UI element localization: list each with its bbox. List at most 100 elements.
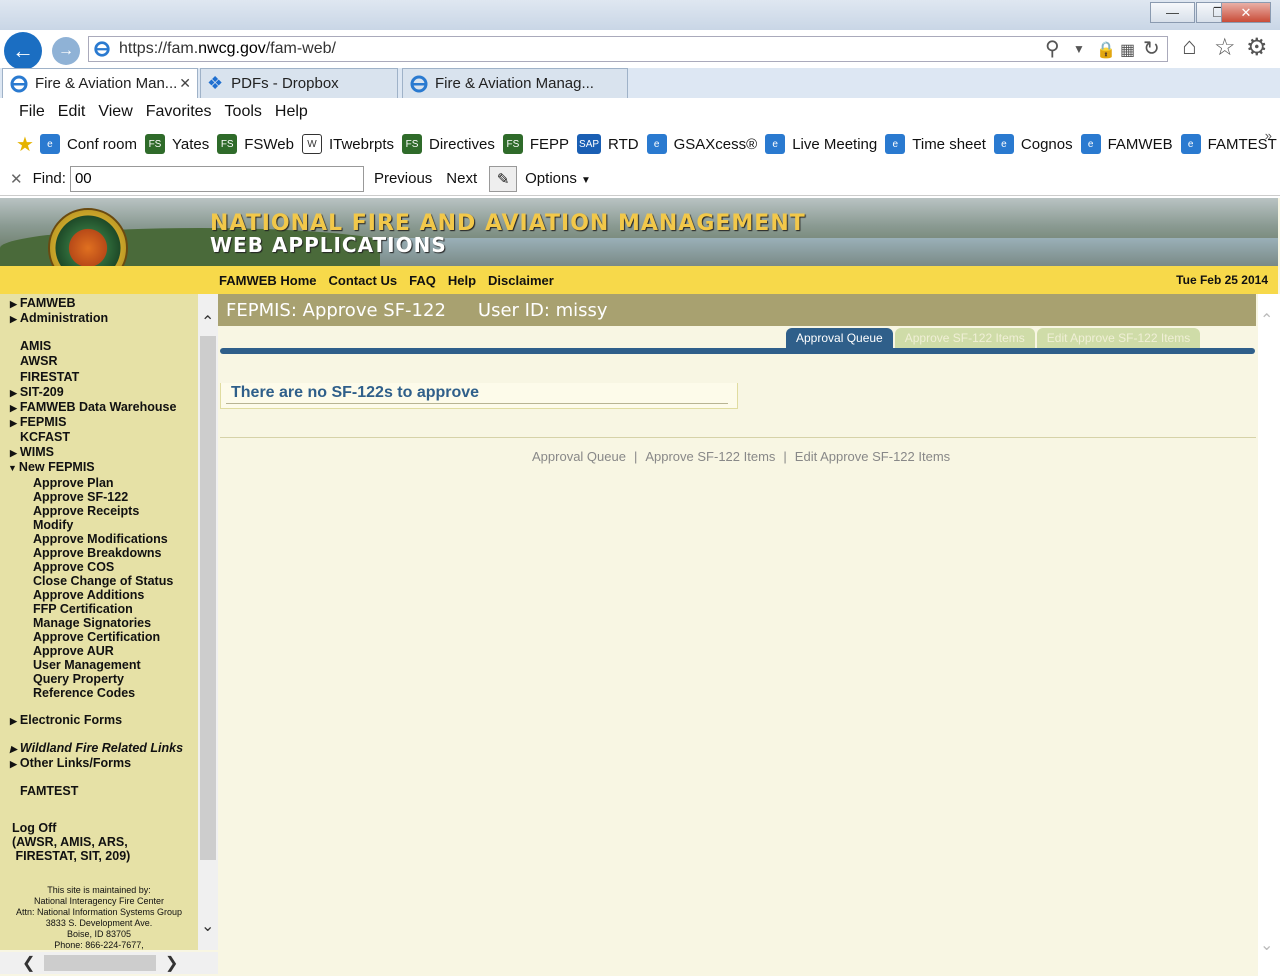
tab-famweb-2[interactable]: Fire & Aviation Manag... (402, 68, 628, 98)
sidebar-item-data-warehouse[interactable]: FAMWEB Data Warehouse (10, 400, 177, 414)
page-vertical-scrollbar[interactable] (1258, 294, 1280, 976)
find-next-button[interactable]: Next (446, 170, 477, 187)
scroll-left-icon[interactable]: ❮ (22, 953, 35, 973)
fav-cognos[interactable]: e Cognos (993, 134, 1073, 154)
sidebar-item-new-fepmis[interactable]: New FEPMIS (8, 460, 95, 474)
refresh-icon[interactable]: ↻ (1143, 36, 1160, 61)
menu-edit[interactable]: Edit (58, 103, 86, 121)
sidebar-item-query-property[interactable]: Query Property (33, 672, 124, 686)
fav-conf-room[interactable]: e Conf room (39, 134, 137, 154)
close-window-button[interactable]: ✕ (1221, 2, 1271, 23)
sidebar-item-kcfast[interactable]: KCFAST (20, 430, 70, 444)
fav-live-meeting[interactable]: e Live Meeting (765, 134, 877, 154)
sidebar-item-approve-additions[interactable]: Approve Additions (33, 588, 144, 602)
find-input[interactable] (69, 165, 364, 192)
dropdown-icon[interactable]: ▼ (1073, 42, 1085, 56)
scroll-up-icon[interactable]: ⌃ (201, 312, 214, 332)
favorites-add-icon[interactable]: ★ (16, 132, 34, 157)
nav-famweb-home[interactable]: FAMWEB Home (219, 273, 317, 288)
back-arrow-icon[interactable]: ← (4, 32, 42, 70)
fav-famweb[interactable]: e FAMWEB (1080, 134, 1173, 154)
menu-file[interactable]: File (19, 103, 45, 121)
menu-help[interactable]: Help (275, 103, 308, 121)
forward-arrow-icon[interactable]: → (52, 37, 80, 65)
close-tab-icon[interactable]: ✕ (179, 75, 191, 92)
sidebar-item-approve-aur[interactable]: Approve AUR (33, 644, 114, 658)
sidebar-item-fepmis[interactable]: FEPMIS (10, 415, 67, 429)
fav-gsaxcess[interactable]: e GSAXcess® (646, 134, 757, 154)
nav-faq[interactable]: FAQ (409, 273, 436, 288)
find-options-button[interactable]: Options ▼ (525, 170, 591, 187)
sidebar-item-approve-modifications[interactable]: Approve Modifications (33, 532, 168, 546)
footer-line: Phone: 866-224-7677, (54, 940, 144, 950)
fav-fepp[interactable]: FS FEPP (502, 134, 569, 154)
sidebar-item-user-management[interactable]: User Management (33, 658, 141, 672)
nav-contact-us[interactable]: Contact Us (329, 273, 398, 288)
sidebar-item-close-change-of-status[interactable]: Close Change of Status (33, 574, 173, 588)
sidebar-item-wims[interactable]: WIMS (10, 445, 54, 459)
sidebar-item-famweb[interactable]: FAMWEB (10, 296, 76, 310)
horizontal-scroll-thumb[interactable] (44, 955, 156, 971)
scroll-down-icon[interactable]: ⌄ (1260, 935, 1273, 955)
user-id: User ID: missy (477, 299, 608, 321)
fav-rtd[interactable]: SAP RTD (577, 134, 639, 154)
fav-famtest[interactable]: e FAMTEST (1180, 134, 1277, 154)
sidebar-item-awsr[interactable]: AWSR (20, 354, 58, 368)
minimize-button[interactable]: — (1150, 2, 1195, 23)
fav-yates[interactable]: FS Yates (144, 134, 209, 154)
fav-directives[interactable]: FS Directives (402, 134, 495, 154)
sidebar-item-other-links[interactable]: Other Links/Forms (10, 756, 131, 770)
chevron-more-icon[interactable]: » (1265, 128, 1272, 143)
favorites-star-icon[interactable]: ☆ (1214, 33, 1236, 62)
sidebar-item-approve-certification[interactable]: Approve Certification (33, 630, 160, 644)
sidebar-item-ffp-certification[interactable]: FFP Certification (33, 602, 133, 616)
search-icon[interactable]: ⚲ (1045, 36, 1060, 61)
link-edit-approve-sf122-items[interactable]: Edit Approve SF-122 Items (795, 449, 950, 464)
sidebar-item-approve-plan[interactable]: Approve Plan (33, 476, 114, 490)
scroll-right-icon[interactable]: ❯ (165, 953, 178, 973)
sidebar-item-approve-breakdowns[interactable]: Approve Breakdowns (33, 546, 162, 560)
fav-fsweb[interactable]: FS FSWeb (217, 134, 294, 154)
sidebar-item-famtest[interactable]: FAMTEST (20, 784, 78, 798)
sidebar-item-approve-sf122[interactable]: Approve SF-122 (33, 490, 128, 504)
scroll-up-icon[interactable]: ⌃ (1260, 310, 1273, 330)
fav-itwebrpts[interactable]: W ITwebrpts (301, 134, 394, 154)
sidebar-item-amis[interactable]: AMIS (20, 339, 51, 353)
home-icon[interactable]: ⌂ (1182, 33, 1197, 61)
close-find-icon[interactable]: ✕ (10, 170, 23, 188)
link-approve-sf122-items[interactable]: Approve SF-122 Items (645, 449, 775, 464)
menu-tools[interactable]: Tools (225, 103, 262, 121)
compat-view-icon[interactable]: ▦ (1120, 40, 1135, 60)
sidebar-item-firestat[interactable]: FIRESTAT (20, 370, 79, 384)
message-underline (226, 403, 728, 404)
sidebar-item-wildland-links[interactable]: Wildland Fire Related Links (10, 741, 183, 755)
tab-edit-approve-sf122-items[interactable]: Edit Approve SF-122 Items (1036, 328, 1201, 348)
fav-label: Live Meeting (792, 135, 878, 153)
find-previous-button[interactable]: Previous (374, 170, 432, 187)
tab-approve-sf122-items[interactable]: Approve SF-122 Items (894, 328, 1035, 348)
sidebar-item-sit-209[interactable]: SIT-209 (10, 385, 64, 399)
sidebar-scroll-thumb[interactable] (200, 336, 216, 860)
link-approval-queue[interactable]: Approval Queue (532, 449, 626, 464)
gear-icon[interactable]: ⚙ (1246, 33, 1268, 62)
menu-view[interactable]: View (98, 103, 132, 121)
fav-time-sheet[interactable]: e Time sheet (885, 134, 986, 154)
tab-famweb-active[interactable]: Fire & Aviation Man... ✕ (2, 68, 198, 98)
sidebar-log-off[interactable]: Log Off (12, 821, 56, 835)
sidebar-item-manage-signatories[interactable]: Manage Signatories (33, 616, 151, 630)
tab-approval-queue[interactable]: Approval Queue (786, 328, 893, 348)
nav-disclaimer[interactable]: Disclaimer (488, 273, 554, 288)
sidebar-item-modify[interactable]: Modify (33, 518, 73, 532)
nav-help[interactable]: Help (448, 273, 476, 288)
sidebar-item-electronic-forms[interactable]: Electronic Forms (10, 713, 122, 727)
scroll-down-icon[interactable]: ⌄ (201, 916, 214, 936)
address-bar[interactable]: https://fam.nwcg.gov/fam-web/ (88, 36, 1168, 62)
tab-dropbox[interactable]: ❖ PDFs - Dropbox (200, 68, 398, 98)
sidebar-item-approve-receipts[interactable]: Approve Receipts (33, 504, 139, 518)
menu-favorites[interactable]: Favorites (146, 103, 212, 121)
sidebar-item-administration[interactable]: Administration (10, 311, 108, 325)
highlight-pen-icon[interactable]: ✎ (489, 165, 518, 192)
sidebar-item-reference-codes[interactable]: Reference Codes (33, 686, 135, 700)
lock-icon[interactable]: 🔒 (1096, 40, 1116, 60)
sidebar-item-approve-cos[interactable]: Approve COS (33, 560, 114, 574)
